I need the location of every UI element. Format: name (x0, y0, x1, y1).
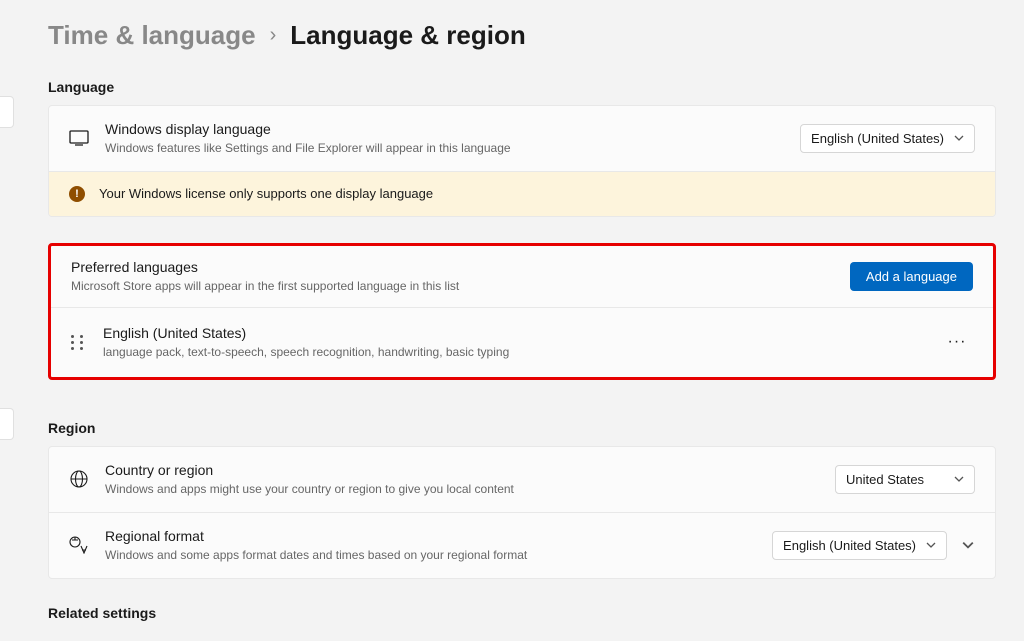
monitor-icon (69, 128, 89, 148)
country-region-desc: Windows and apps might use your country … (105, 481, 835, 498)
add-language-button[interactable]: Add a language (850, 262, 973, 291)
expand-row-button[interactable] (961, 538, 975, 552)
region-group: Country or region Windows and apps might… (48, 446, 996, 579)
language-item-row[interactable]: English (United States) language pack, t… (51, 307, 993, 377)
display-language-row: Windows display language Windows feature… (49, 106, 995, 171)
display-language-title: Windows display language (105, 120, 800, 138)
regional-format-dropdown[interactable]: English (United States) (772, 531, 947, 560)
breadcrumb: Time & language › Language & region (48, 20, 996, 51)
display-language-desc: Windows features like Settings and File … (105, 140, 800, 157)
language-format-icon (69, 535, 89, 555)
country-region-dropdown[interactable]: United States (835, 465, 975, 494)
preferred-languages-desc: Microsoft Store apps will appear in the … (71, 278, 850, 295)
region-section-header: Region (48, 420, 996, 436)
preferred-languages-header-row: Preferred languages Microsoft Store apps… (51, 246, 993, 307)
regional-format-row: Regional format Windows and some apps fo… (49, 512, 995, 578)
display-language-value: English (United States) (811, 131, 944, 146)
chevron-down-icon (954, 133, 964, 143)
license-warning-row: ! Your Windows license only supports one… (49, 171, 995, 216)
side-tab-1 (0, 96, 14, 128)
display-language-dropdown[interactable]: English (United States) (800, 124, 975, 153)
language-item-name: English (United States) (103, 324, 941, 342)
regional-format-desc: Windows and some apps format dates and t… (105, 547, 772, 564)
related-settings-header: Related settings (48, 605, 996, 621)
side-tab-2 (0, 408, 14, 440)
globe-icon (69, 469, 89, 489)
regional-format-title: Regional format (105, 527, 772, 545)
language-section-header: Language (48, 79, 996, 95)
license-warning-text: Your Windows license only supports one d… (99, 186, 433, 201)
preferred-languages-title: Preferred languages (71, 258, 850, 276)
warning-icon: ! (69, 186, 85, 202)
more-icon: ··· (948, 333, 967, 351)
display-language-group: Windows display language Windows feature… (48, 105, 996, 217)
preferred-languages-group: Preferred languages Microsoft Store apps… (48, 243, 996, 380)
regional-format-value: English (United States) (783, 538, 916, 553)
country-region-row: Country or region Windows and apps might… (49, 447, 995, 512)
language-item-features: language pack, text-to-speech, speech re… (103, 344, 941, 361)
breadcrumb-parent[interactable]: Time & language (48, 20, 256, 51)
chevron-down-icon (954, 474, 964, 484)
country-region-title: Country or region (105, 461, 835, 479)
chevron-down-icon (926, 540, 936, 550)
more-options-button[interactable]: ··· (941, 326, 973, 358)
chevron-right-icon: › (270, 24, 277, 47)
page-title: Language & region (290, 20, 525, 51)
drag-handle-icon[interactable] (71, 335, 85, 350)
country-region-value: United States (846, 472, 924, 487)
